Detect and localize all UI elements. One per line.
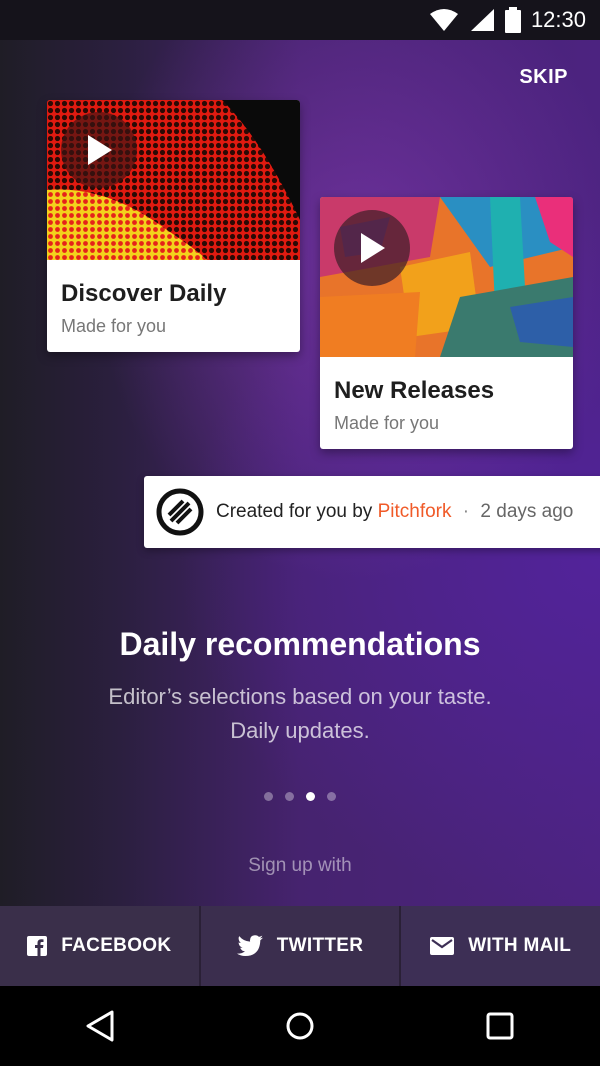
card-subtitle: Made for you xyxy=(334,413,440,433)
new-releases-artwork xyxy=(320,197,573,357)
card-title: New Releases xyxy=(334,377,495,404)
signup-button-bar: FACEBOOK TWITTER WITH MAIL xyxy=(0,906,600,986)
credit-timestamp: 2 days ago xyxy=(480,501,574,522)
play-button[interactable] xyxy=(334,210,410,286)
page-description: Editor’s selections based on your taste.… xyxy=(108,684,492,743)
play-button[interactable] xyxy=(61,112,137,188)
back-icon xyxy=(86,1010,114,1042)
skip-button[interactable]: SKIP xyxy=(519,66,568,89)
playlist-card-new-releases[interactable]: New Releases Made for you xyxy=(320,197,573,449)
pager-dot xyxy=(327,792,336,801)
system-nav-bar xyxy=(0,986,600,1066)
facebook-button[interactable]: FACEBOOK xyxy=(0,906,201,986)
mail-icon xyxy=(430,937,455,955)
twitter-button[interactable]: TWITTER xyxy=(200,906,402,986)
signup-label: Sign up with xyxy=(248,855,352,876)
onboarding-panel: SKIP Discover Daily Made for you New Rel… xyxy=(0,40,600,906)
pager-indicator xyxy=(0,792,600,801)
nav-home-button[interactable] xyxy=(270,996,330,1056)
mail-label: WITH MAIL xyxy=(468,935,572,956)
play-icon xyxy=(88,135,112,165)
card-subtitle: Made for you xyxy=(61,316,167,336)
pager-dot xyxy=(285,792,294,801)
signal-icon xyxy=(470,9,494,31)
mail-button[interactable]: WITH MAIL xyxy=(401,906,600,986)
discover-daily-artwork xyxy=(47,100,300,260)
home-icon xyxy=(286,1012,314,1040)
nav-back-button[interactable] xyxy=(70,996,130,1056)
playlist-card-discover-daily[interactable]: Discover Daily Made for you xyxy=(47,100,300,352)
play-icon xyxy=(361,233,385,263)
facebook-icon xyxy=(27,936,48,956)
pager-dot xyxy=(264,792,273,801)
page-title: Daily recommendations xyxy=(119,626,481,662)
card-title: Discover Daily xyxy=(61,280,227,307)
nav-recents-button[interactable] xyxy=(470,996,530,1056)
pager-dot-active xyxy=(306,792,315,801)
credit-separator: · xyxy=(462,501,470,522)
credit-prefix: Created for you by xyxy=(216,501,373,522)
wifi-icon xyxy=(429,9,458,31)
status-bar: 12:30 xyxy=(0,0,600,40)
status-clock: 12:30 xyxy=(530,7,586,32)
pitchfork-logo-icon xyxy=(156,488,204,536)
twitter-icon xyxy=(236,935,263,956)
facebook-label: FACEBOOK xyxy=(61,935,172,956)
battery-icon xyxy=(504,7,521,33)
credit-brand-link[interactable]: Pitchfork xyxy=(378,501,452,522)
curator-credit: Created for you by Pitchfork · 2 days ag… xyxy=(144,476,600,548)
twitter-label: TWITTER xyxy=(276,935,364,956)
recents-icon xyxy=(486,1012,514,1040)
